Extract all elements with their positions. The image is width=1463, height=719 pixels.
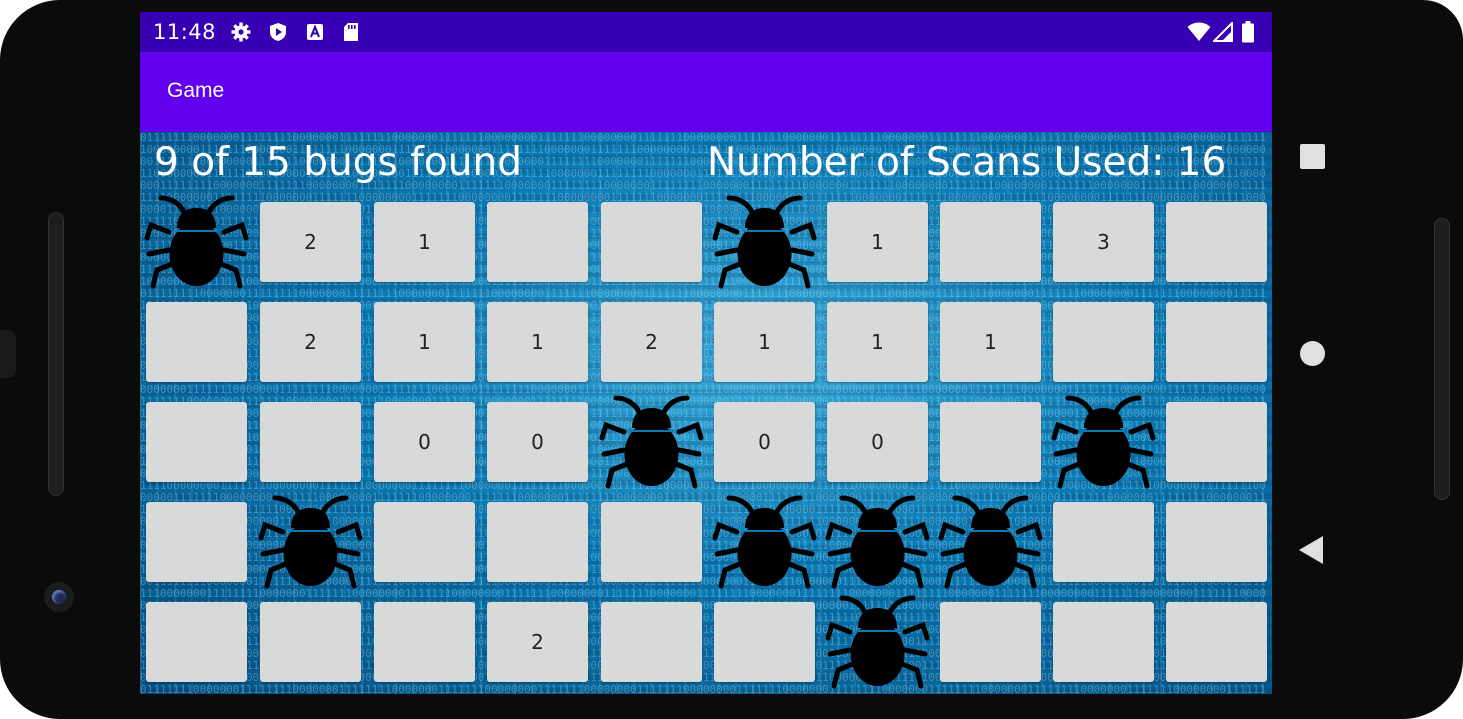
unscanned-cell[interactable] bbox=[1166, 602, 1267, 682]
scan-count: 1 bbox=[871, 330, 884, 354]
unscanned-cell[interactable] bbox=[487, 202, 588, 282]
unscanned-cell[interactable] bbox=[260, 402, 361, 482]
scan-count: 1 bbox=[418, 330, 431, 354]
scan-count: 2 bbox=[304, 330, 317, 354]
unscanned-cell[interactable] bbox=[146, 402, 247, 482]
bug-icon bbox=[820, 590, 935, 695]
unscanned-cell[interactable] bbox=[1166, 502, 1267, 582]
unscanned-cell[interactable] bbox=[1053, 502, 1154, 582]
scanned-cell[interactable]: 2 bbox=[601, 302, 702, 382]
speaker-grille-left bbox=[48, 212, 64, 496]
front-camera bbox=[44, 582, 74, 612]
scanned-cell[interactable]: 1 bbox=[714, 302, 815, 382]
scan-count: 2 bbox=[645, 330, 658, 354]
unscanned-cell[interactable] bbox=[260, 602, 361, 682]
game-grid: 2 1 1 3 2 1 1 2 1 1 1 0 0 0 0 2 bbox=[140, 195, 1272, 694]
back-triangle-icon[interactable] bbox=[1299, 536, 1323, 564]
unscanned-cell[interactable] bbox=[487, 502, 588, 582]
sd-card-icon bbox=[341, 22, 361, 42]
bug-cell[interactable] bbox=[938, 495, 1043, 588]
wifi-icon bbox=[1187, 22, 1211, 42]
unscanned-cell[interactable] bbox=[1053, 302, 1154, 382]
unscanned-cell[interactable] bbox=[1166, 202, 1267, 282]
home-circle-icon[interactable] bbox=[1300, 341, 1325, 366]
unscanned-cell[interactable] bbox=[940, 402, 1041, 482]
side-notch bbox=[0, 330, 16, 378]
scan-count: 1 bbox=[984, 330, 997, 354]
scans-used-counter: Number of Scans Used: 16 bbox=[707, 140, 1227, 185]
scan-count: 0 bbox=[758, 430, 771, 454]
scan-count: 2 bbox=[304, 230, 317, 254]
bug-cell[interactable] bbox=[258, 495, 363, 588]
bug-icon bbox=[594, 390, 709, 495]
unscanned-cell[interactable] bbox=[1166, 402, 1267, 482]
scanned-cell[interactable]: 1 bbox=[487, 302, 588, 382]
bug-cell[interactable] bbox=[825, 495, 930, 588]
scan-count: 2 bbox=[531, 630, 544, 654]
unscanned-cell[interactable] bbox=[714, 602, 815, 682]
bug-icon bbox=[820, 490, 935, 595]
gear-icon bbox=[231, 22, 251, 42]
status-bar: 11:48 bbox=[140, 12, 1272, 52]
scan-count: 1 bbox=[418, 230, 431, 254]
scanned-cell[interactable]: 3 bbox=[1053, 202, 1154, 282]
scanned-cell[interactable]: 1 bbox=[940, 302, 1041, 382]
scanned-cell[interactable]: 2 bbox=[260, 302, 361, 382]
scanned-cell[interactable]: 0 bbox=[714, 402, 815, 482]
game-board-area: 0111111100000001111111100000001111111100… bbox=[140, 132, 1272, 694]
bug-icon bbox=[253, 490, 368, 595]
unscanned-cell[interactable] bbox=[940, 202, 1041, 282]
unscanned-cell[interactable] bbox=[146, 502, 247, 582]
scan-count: 3 bbox=[1097, 230, 1110, 254]
unscanned-cell[interactable] bbox=[940, 602, 1041, 682]
scanned-cell[interactable]: 2 bbox=[487, 602, 588, 682]
bug-cell[interactable] bbox=[825, 595, 930, 688]
scan-count: 0 bbox=[418, 430, 431, 454]
unscanned-cell[interactable] bbox=[374, 602, 475, 682]
unscanned-cell[interactable] bbox=[1166, 302, 1267, 382]
cell-signal-icon bbox=[1213, 22, 1233, 42]
unscanned-cell[interactable] bbox=[374, 502, 475, 582]
unscanned-cell[interactable] bbox=[146, 302, 247, 382]
a-box-icon bbox=[305, 22, 325, 42]
app-screen: 11:48 Game 01111111000000011111111000000… bbox=[140, 12, 1272, 694]
scan-count: 0 bbox=[531, 430, 544, 454]
scanned-cell[interactable]: 0 bbox=[374, 402, 475, 482]
shield-play-icon bbox=[268, 22, 288, 42]
scanned-cell[interactable]: 1 bbox=[827, 302, 928, 382]
app-bar: Game bbox=[140, 52, 1272, 132]
bug-icon bbox=[707, 490, 822, 595]
unscanned-cell[interactable] bbox=[601, 202, 702, 282]
scanned-cell[interactable]: 1 bbox=[827, 202, 928, 282]
scanned-cell[interactable]: 0 bbox=[487, 402, 588, 482]
scan-count: 1 bbox=[758, 330, 771, 354]
bug-cell[interactable] bbox=[144, 195, 249, 288]
unscanned-cell[interactable] bbox=[146, 602, 247, 682]
bug-cell[interactable] bbox=[1051, 395, 1156, 488]
status-time: 11:48 bbox=[153, 20, 217, 44]
bug-icon bbox=[707, 190, 822, 295]
scan-count: 1 bbox=[871, 230, 884, 254]
scan-count: 0 bbox=[871, 430, 884, 454]
unscanned-cell[interactable] bbox=[1053, 602, 1154, 682]
unscanned-cell[interactable] bbox=[601, 502, 702, 582]
phone-frame: 11:48 Game 01111111000000011111111000000… bbox=[0, 0, 1463, 719]
scanned-cell[interactable]: 0 bbox=[827, 402, 928, 482]
bugs-found-counter: 9 of 15 bugs found bbox=[154, 140, 522, 185]
bug-cell[interactable] bbox=[712, 195, 817, 288]
bug-cell[interactable] bbox=[712, 495, 817, 588]
unscanned-cell[interactable] bbox=[601, 602, 702, 682]
bug-cell[interactable] bbox=[599, 395, 704, 488]
scanned-cell[interactable]: 2 bbox=[260, 202, 361, 282]
app-title: Game bbox=[167, 79, 225, 102]
scanned-cell[interactable]: 1 bbox=[374, 202, 475, 282]
bug-icon bbox=[1046, 390, 1161, 495]
bug-icon bbox=[140, 190, 254, 295]
battery-icon bbox=[1242, 21, 1254, 43]
bug-icon bbox=[933, 490, 1048, 595]
scan-count: 1 bbox=[531, 330, 544, 354]
overview-square-icon[interactable] bbox=[1300, 144, 1325, 169]
speaker-grille-right bbox=[1434, 218, 1450, 500]
scanned-cell[interactable]: 1 bbox=[374, 302, 475, 382]
